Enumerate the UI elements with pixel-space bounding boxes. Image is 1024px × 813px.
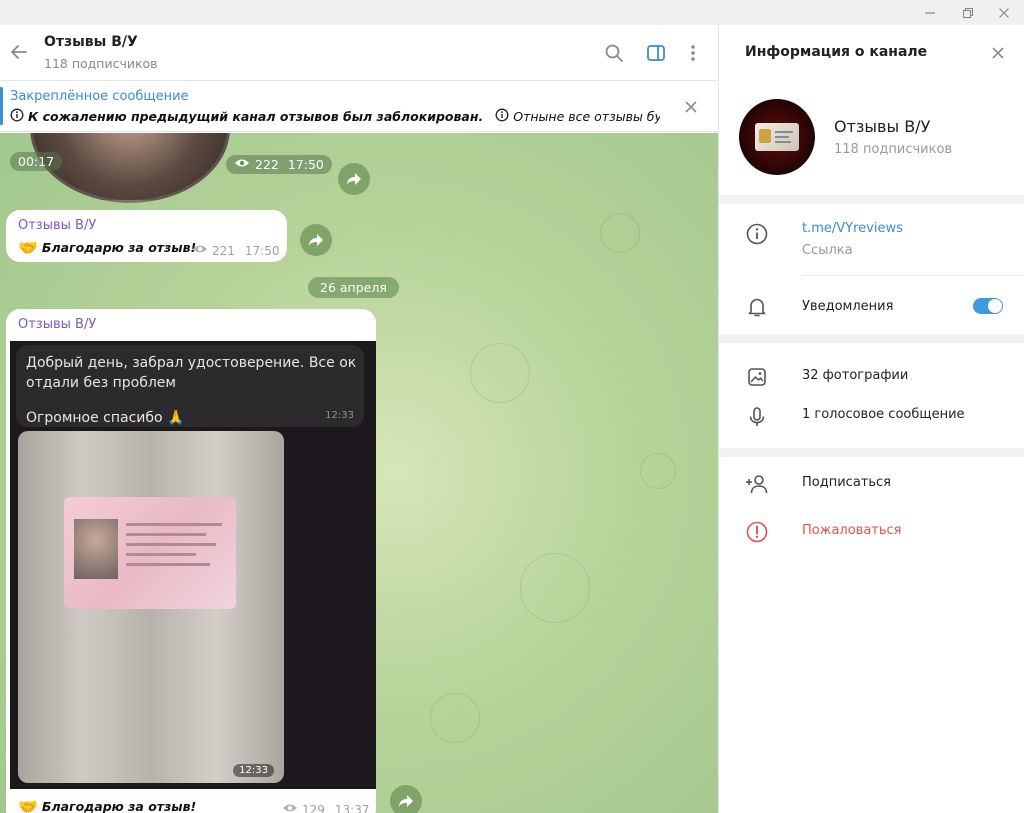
forward-icon[interactable] xyxy=(300,224,332,256)
pinned-text-part2: Отныне все отзывы будут ... xyxy=(513,109,660,124)
close-icon[interactable] xyxy=(984,0,1024,25)
photos-count[interactable]: 32 фотографии xyxy=(802,368,908,383)
inner-text-line: Добрый день, забрал удостоверение. Все о… xyxy=(26,355,357,371)
forward-icon[interactable] xyxy=(338,163,370,195)
sidebar-toggle-icon[interactable] xyxy=(642,39,670,67)
message-meta: 129 13:37 xyxy=(282,802,370,813)
add-user-icon xyxy=(745,472,769,496)
channel-link[interactable]: t.me/VYreviews xyxy=(802,221,903,236)
more-vertical-icon[interactable] xyxy=(679,39,707,67)
channel-info-panel: Информация о канале Отзывы В/У 118 подпи… xyxy=(718,25,1024,813)
inner-text-bubble: Добрый день, забрал удостоверение. Все о… xyxy=(16,345,364,427)
restore-icon[interactable] xyxy=(948,0,988,25)
message-text: 🤝 Благодарю за отзыв! xyxy=(18,238,197,257)
channel-link-label: Ссылка xyxy=(802,243,853,258)
eye-icon xyxy=(192,243,208,258)
row-divider xyxy=(802,275,1024,276)
close-pinned-icon[interactable] xyxy=(680,96,702,118)
bell-icon xyxy=(745,295,769,319)
screenshot-image[interactable]: Добрый день, забрал удостоверение. Все о… xyxy=(10,341,376,789)
message-bubble[interactable]: Отзывы В/У 🤝 Благодарю за отзыв! 221 17:… xyxy=(6,210,287,262)
doodle-decoration xyxy=(600,213,640,253)
eye-icon xyxy=(234,157,250,172)
channel-subscriber-count: 118 подписчиков xyxy=(834,142,953,157)
notifications-toggle[interactable] xyxy=(973,298,1003,314)
doodle-decoration xyxy=(470,343,530,403)
card-photo xyxy=(74,519,118,579)
chat-column: Отзывы В/У 118 подписчиков Закреплённое … xyxy=(0,25,718,813)
photo-time: 12:33 xyxy=(233,764,274,777)
doodle-decoration xyxy=(430,693,480,743)
message-sender[interactable]: Отзывы В/У xyxy=(18,218,96,233)
doodle-decoration xyxy=(640,453,676,489)
report-button[interactable]: Пожаловаться xyxy=(802,523,902,538)
avatar-card-icon xyxy=(755,123,799,151)
message-text: 🤝 Благодарю за отзыв! xyxy=(18,797,196,813)
date-separator: 26 апреля xyxy=(308,277,399,298)
message-bubble[interactable]: Отзывы В/У Добрый день, забрал удостовер… xyxy=(6,309,376,813)
search-icon[interactable] xyxy=(600,39,628,67)
doodle-decoration xyxy=(520,553,590,623)
notifications-label: Уведомления xyxy=(802,299,894,314)
message-meta: 221 17:50 xyxy=(192,243,280,258)
subscribe-button[interactable]: Подписаться xyxy=(802,475,891,490)
handshake-emoji: 🤝 xyxy=(18,238,38,257)
photo-icon xyxy=(745,365,769,389)
channel-name: Отзывы В/У xyxy=(834,117,931,136)
section-divider xyxy=(719,448,1024,457)
video-views-badge: 222 17:50 xyxy=(226,155,332,174)
forward-icon[interactable] xyxy=(390,785,422,813)
channel-avatar[interactable] xyxy=(739,99,815,175)
pinned-message[interactable]: Закреплённое сообщение К сожалению преды… xyxy=(0,82,718,132)
section-divider xyxy=(719,195,1024,204)
inner-text-line: отдали без проблем xyxy=(26,375,176,391)
info-icon xyxy=(495,108,509,125)
chat-subscriber-count: 118 подписчиков xyxy=(44,56,158,71)
pinned-label: Закреплённое сообщение xyxy=(10,89,189,104)
info-icon xyxy=(745,222,769,246)
voice-count[interactable]: 1 голосовое сообщение xyxy=(802,407,965,422)
pinned-text-part1: К сожалению предыдущий канал отзывов был… xyxy=(28,109,484,124)
report-icon xyxy=(745,520,769,544)
back-arrow-icon[interactable] xyxy=(4,37,34,67)
pinned-text: К сожалению предыдущий канал отзывов был… xyxy=(10,108,660,125)
round-video-message[interactable] xyxy=(30,133,230,203)
video-duration: 00:17 xyxy=(10,152,63,171)
handshake-emoji: 🤝 xyxy=(18,797,38,813)
section-divider xyxy=(719,334,1024,343)
eye-icon xyxy=(282,802,298,813)
pinned-indicator xyxy=(0,87,3,125)
chat-title[interactable]: Отзывы В/У xyxy=(44,34,138,50)
minimize-icon[interactable] xyxy=(910,0,950,25)
license-photo[interactable]: 12:33 xyxy=(18,431,284,783)
license-card xyxy=(64,497,236,609)
chat-header: Отзывы В/У 118 подписчиков xyxy=(0,25,718,81)
info-panel-title: Информация о канале xyxy=(745,44,928,60)
inner-text-line: Огромное спасибо 🙏 xyxy=(26,410,185,426)
close-icon[interactable] xyxy=(986,41,1010,65)
chat-background: 00:17 222 17:50 Отзывы В/У 🤝 Благодарю з… xyxy=(0,133,718,813)
toggle-knob xyxy=(988,299,1002,313)
inner-time: 12:33 xyxy=(325,410,354,421)
info-icon xyxy=(10,108,24,125)
window-titlebar xyxy=(0,0,1024,25)
microphone-icon xyxy=(745,405,769,429)
message-sender[interactable]: Отзывы В/У xyxy=(18,317,96,332)
